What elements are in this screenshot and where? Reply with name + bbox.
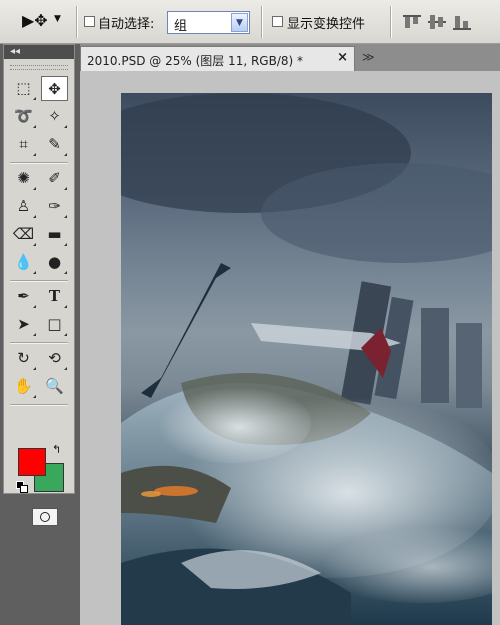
toolbox: ◂◂ ⬚ ✥ ➰ ✧ ⌗ ✎ ✺ ✐ ♙ ✑ ⌫ ▬ 💧 ● ✒ T ➤ □ ↻… <box>3 44 75 526</box>
rectangle-shape-tool[interactable]: □ <box>41 312 68 337</box>
document-tab-bar: 2010.PSD @ 25% (图层 11, RGB/8) * × ≫ <box>80 44 500 71</box>
document-canvas[interactable] <box>121 93 492 625</box>
toolbox-header[interactable]: ◂◂ <box>4 45 74 59</box>
path-selection-tool[interactable]: ➤ <box>10 312 37 337</box>
history-brush-icon: ✑ <box>48 197 61 215</box>
type-tool[interactable]: T <box>41 284 68 309</box>
crop-icon: ⌗ <box>19 135 28 153</box>
3d-rotate-tool[interactable]: ↻ <box>10 346 37 371</box>
brush-icon: ✐ <box>48 169 61 187</box>
document-tab-title: 2010.PSD @ 25% (图层 11, RGB/8) * <box>87 54 304 68</box>
clone-stamp-tool[interactable]: ♙ <box>10 194 37 219</box>
divider <box>10 342 68 344</box>
arrow-icon: ➤ <box>17 315 30 333</box>
magnifier-icon: 🔍 <box>45 377 64 395</box>
hand-tool[interactable]: ✋ <box>10 374 37 399</box>
close-icon[interactable]: × <box>337 50 348 65</box>
pen-icon: ✒ <box>17 287 30 305</box>
quick-mask-icon <box>40 512 50 522</box>
brush-tool[interactable]: ✐ <box>41 166 68 191</box>
canvas-workspace[interactable] <box>80 71 500 625</box>
zoom-tool[interactable]: 🔍 <box>41 374 68 399</box>
tool-preset-picker[interactable]: ▶✥ ▼ <box>14 9 70 35</box>
document-tab[interactable]: 2010.PSD @ 25% (图层 11, RGB/8) * × <box>80 46 355 71</box>
divider <box>261 6 263 38</box>
align-top-icon[interactable] <box>402 13 422 31</box>
spot-healing-tool[interactable]: ✺ <box>10 166 37 191</box>
history-brush-tool[interactable]: ✑ <box>41 194 68 219</box>
type-icon: T <box>48 287 61 305</box>
chevron-down-icon: ▼ <box>54 14 61 24</box>
divider <box>10 404 68 406</box>
divider <box>10 280 68 282</box>
gradient-tool[interactable]: ▬ <box>41 222 68 247</box>
blur-tool[interactable]: 💧 <box>10 250 37 275</box>
show-transform-checkbox[interactable] <box>272 16 283 27</box>
eyedropper-tool[interactable]: ✎ <box>41 132 68 157</box>
artwork-image <box>121 93 492 625</box>
auto-select-checkbox[interactable] <box>84 16 95 27</box>
move-icon: ✥ <box>48 80 61 98</box>
pen-tool[interactable]: ✒ <box>10 284 37 309</box>
move-tool-icon: ▶✥ <box>22 11 48 30</box>
quick-mask-button[interactable] <box>32 508 58 526</box>
align-vertical-center-icon[interactable] <box>427 13 447 31</box>
hand-icon: ✋ <box>14 377 33 395</box>
divider <box>76 6 78 38</box>
divider <box>10 162 68 164</box>
divider <box>390 6 392 38</box>
magic-wand-icon: ✧ <box>48 107 61 125</box>
rectangle-icon: □ <box>47 315 62 333</box>
foreground-color-swatch[interactable] <box>18 448 46 476</box>
auto-select-mode-value: 组 <box>174 19 188 34</box>
toolbox-grip[interactable] <box>10 65 68 70</box>
orbit-3d-icon: ⟲ <box>48 349 61 367</box>
show-transform-label: 显示变换控件 <box>287 17 366 32</box>
rotate-3d-icon: ↻ <box>17 349 30 367</box>
drop-icon: 💧 <box>14 253 33 271</box>
lasso-icon: ➰ <box>14 107 33 125</box>
dodge-icon: ● <box>47 253 62 271</box>
collapse-icon[interactable]: ◂◂ <box>10 45 20 59</box>
3d-orbit-tool[interactable]: ⟲ <box>41 346 68 371</box>
eyedropper-icon: ✎ <box>48 135 61 153</box>
magic-wand-tool[interactable]: ✧ <box>41 104 68 129</box>
chevron-down-icon: ▼ <box>231 13 248 32</box>
auto-select-mode-dropdown[interactable]: 组 ▼ <box>167 11 250 34</box>
default-colors-icon[interactable] <box>16 481 28 493</box>
lasso-tool[interactable]: ➰ <box>10 104 37 129</box>
options-bar: ▶✥ ▼ 自动选择: 组 ▼ 显示变换控件 <box>0 0 500 44</box>
gradient-icon: ▬ <box>47 225 62 243</box>
marquee-icon: ⬚ <box>16 79 31 97</box>
healing-brush-icon: ✺ <box>17 169 30 187</box>
eraser-tool[interactable]: ⌫ <box>10 222 37 247</box>
crop-tool[interactable]: ⌗ <box>10 132 37 157</box>
dodge-tool[interactable]: ● <box>41 250 68 275</box>
stamp-icon: ♙ <box>16 197 31 215</box>
eraser-icon: ⌫ <box>12 225 35 243</box>
rectangular-marquee-tool[interactable]: ⬚ <box>10 76 37 101</box>
move-tool[interactable]: ✥ <box>41 76 68 101</box>
tab-overflow-icon[interactable]: ≫ <box>362 50 375 64</box>
align-bottom-icon[interactable] <box>452 13 472 31</box>
swap-colors-icon[interactable]: ↰ <box>52 443 61 456</box>
auto-select-label: 自动选择: <box>98 17 155 32</box>
